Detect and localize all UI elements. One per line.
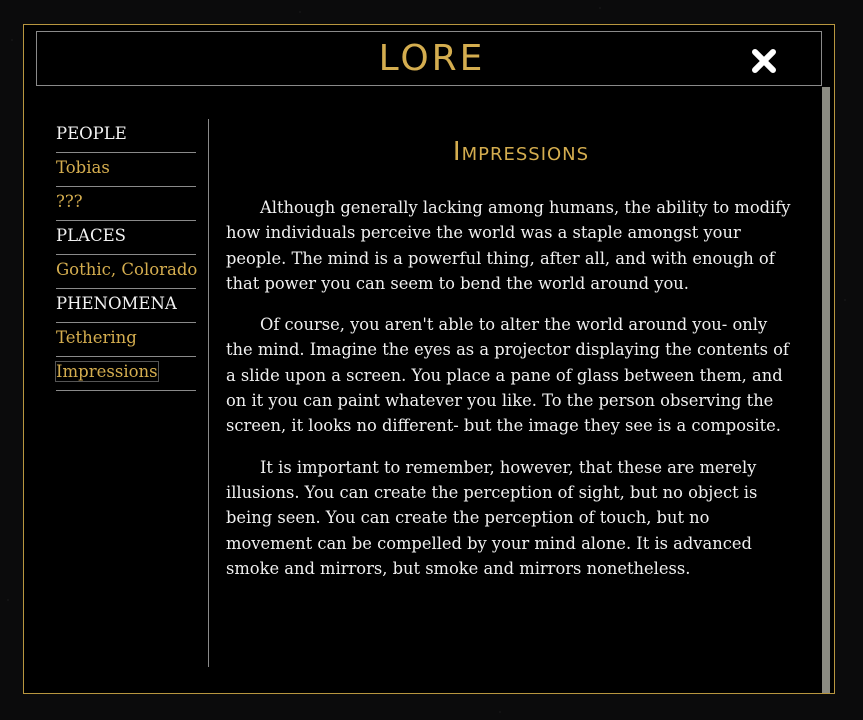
sidebar-category-people: PEOPLE — [56, 119, 196, 153]
sidebar-divider — [208, 119, 209, 667]
sidebar-item-tobias[interactable]: Tobias — [56, 153, 196, 187]
lore-content: PEOPLE Tobias ??? PLACES Gothic, Colorad… — [36, 87, 830, 693]
article-paragraph: Although generally lacking among humans,… — [226, 198, 791, 293]
lore-article: Impressions Although generally lacking a… — [226, 137, 796, 597]
article-paragraph: It is important to remember, however, th… — [226, 457, 758, 578]
lore-sidebar: PEOPLE Tobias ??? PLACES Gothic, Colorad… — [55, 119, 197, 391]
sidebar-item-impressions[interactable]: Impressions — [55, 357, 196, 391]
close-button[interactable] — [751, 48, 777, 74]
sidebar-item-tethering[interactable]: Tethering — [56, 323, 196, 357]
sidebar-item-gothic-colorado[interactable]: Gothic, Colorado — [56, 255, 197, 289]
article-title: Impressions — [452, 137, 590, 167]
lore-window: LORE PEOPLE Tobias ??? PLACES Gothic, Co… — [23, 24, 835, 694]
sidebar-category-places: PLACES — [56, 221, 196, 255]
window-header: LORE — [36, 31, 822, 86]
article-paragraph: Of course, you aren't able to alter the … — [226, 315, 789, 436]
window-title: LORE — [378, 38, 486, 79]
close-icon — [752, 49, 776, 73]
content-scrollbar[interactable] — [822, 87, 830, 693]
sidebar-category-phenomena: PHENOMENA — [56, 289, 196, 323]
sidebar-item-unknown[interactable]: ??? — [56, 187, 196, 221]
